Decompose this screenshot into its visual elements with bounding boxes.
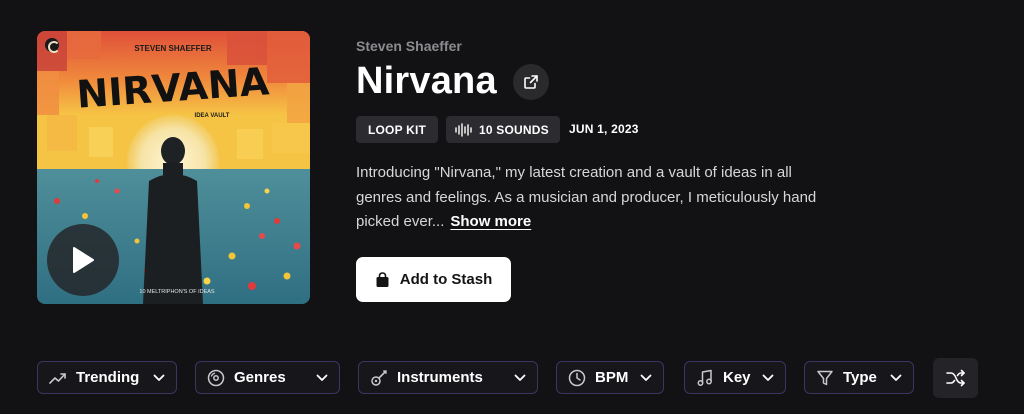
waveform-icon (455, 122, 472, 137)
play-button[interactable] (47, 224, 119, 296)
chevron-down-icon (639, 371, 653, 385)
filter-trending-label: Trending (76, 369, 140, 386)
clock-icon (567, 368, 587, 388)
chevron-down-icon (315, 371, 329, 385)
release-date: JUN 1, 2023 (569, 122, 639, 136)
release-title: Nirvana (356, 60, 497, 102)
filter-instruments-label: Instruments (397, 369, 483, 386)
filter-key[interactable]: Key (684, 361, 786, 394)
trending-icon (48, 368, 68, 388)
release-type-label: LOOP KIT (367, 122, 427, 137)
release-type-badge: LOOP KIT (356, 116, 438, 143)
genres-icon (206, 368, 226, 388)
chevron-down-icon (889, 371, 903, 385)
filter-type[interactable]: Type (804, 361, 914, 394)
brand-logo-icon (45, 38, 60, 53)
sounds-count-badge: 10 SOUNDS (446, 116, 560, 143)
shuffle-icon (945, 369, 965, 387)
artist-name[interactable]: Steven Shaeffer (356, 38, 462, 54)
filter-type-label: Type (843, 369, 877, 386)
chevron-down-icon (761, 371, 775, 385)
filter-genres[interactable]: Genres (195, 361, 340, 394)
filter-key-label: Key (723, 369, 751, 386)
funnel-icon (815, 368, 835, 388)
description-text: Introducing "Nirvana," my latest creatio… (356, 164, 817, 230)
share-button[interactable] (513, 64, 549, 100)
add-to-stash-button[interactable]: Add to Stash (356, 257, 511, 302)
shopping-bag-icon (376, 271, 389, 287)
chevron-down-icon (152, 371, 166, 385)
external-link-icon (524, 75, 538, 89)
filter-bpm-label: BPM (595, 369, 629, 386)
play-icon (73, 247, 94, 273)
shuffle-button[interactable] (933, 358, 978, 398)
filter-bpm[interactable]: BPM (556, 361, 664, 394)
cover-art[interactable]: STEVEN SHAEFFER NIRVANA IDEA VAULT 10 ME… (37, 31, 310, 304)
filter-instruments[interactable]: Instruments (358, 361, 538, 394)
cover-artist-text: STEVEN SHAEFFER (134, 44, 212, 53)
show-more-link[interactable]: Show more (450, 213, 531, 230)
chevron-down-icon (513, 371, 527, 385)
release-description: Introducing "Nirvana," my latest creatio… (356, 161, 818, 235)
cover-subtitle-text: IDEA VAULT (195, 113, 230, 119)
filter-genres-label: Genres (234, 369, 286, 386)
cover-footer-text: 10 MELTRIPHON'S OF IDEAS (139, 289, 215, 295)
instruments-icon (369, 368, 389, 388)
filter-trending[interactable]: Trending (37, 361, 177, 394)
sounds-count-label: 10 SOUNDS (479, 122, 549, 137)
music-note-icon (695, 368, 715, 388)
add-to-stash-label: Add to Stash (399, 271, 493, 288)
